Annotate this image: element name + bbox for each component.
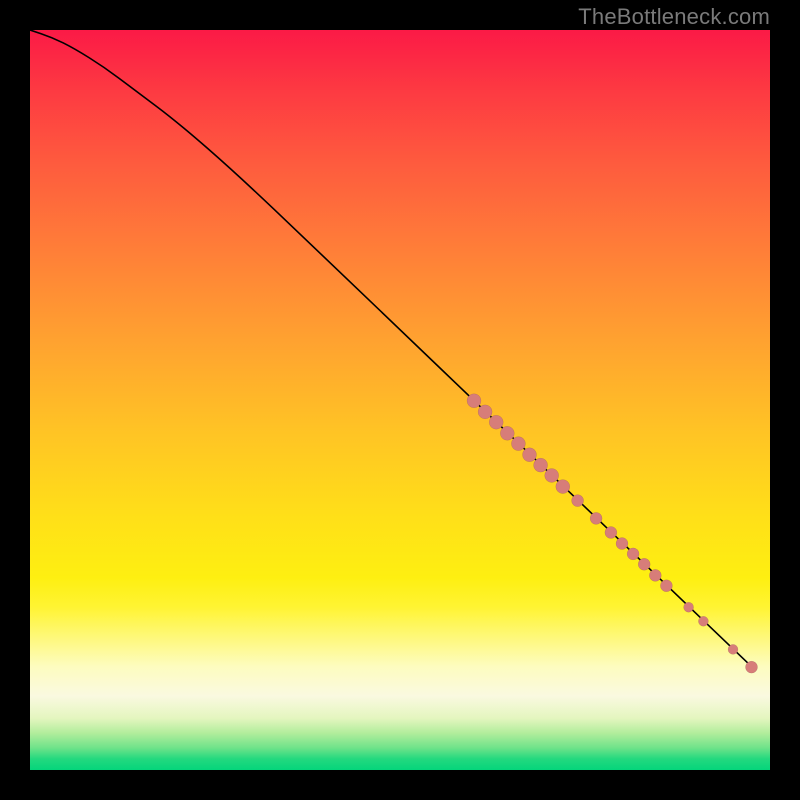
chart-svg (30, 30, 770, 770)
trend-curve (30, 30, 755, 670)
data-point (556, 480, 570, 494)
data-point (684, 602, 694, 612)
data-point (590, 512, 602, 524)
watermark-label: TheBottleneck.com (578, 4, 770, 30)
data-point (616, 538, 628, 550)
data-point (511, 437, 525, 451)
data-point (534, 458, 548, 472)
data-point (500, 426, 514, 440)
data-point (478, 405, 492, 419)
data-point (605, 526, 617, 538)
data-point (649, 569, 661, 581)
data-point (523, 448, 537, 462)
data-point (728, 644, 738, 654)
plot-area (30, 30, 770, 770)
chart-stage: TheBottleneck.com (0, 0, 800, 800)
data-point (746, 661, 758, 673)
data-point (545, 468, 559, 482)
data-point (660, 580, 672, 592)
data-point (467, 394, 481, 408)
data-point (638, 558, 650, 570)
data-point (627, 548, 639, 560)
data-point (572, 495, 584, 507)
data-point (489, 415, 503, 429)
data-point (698, 616, 708, 626)
